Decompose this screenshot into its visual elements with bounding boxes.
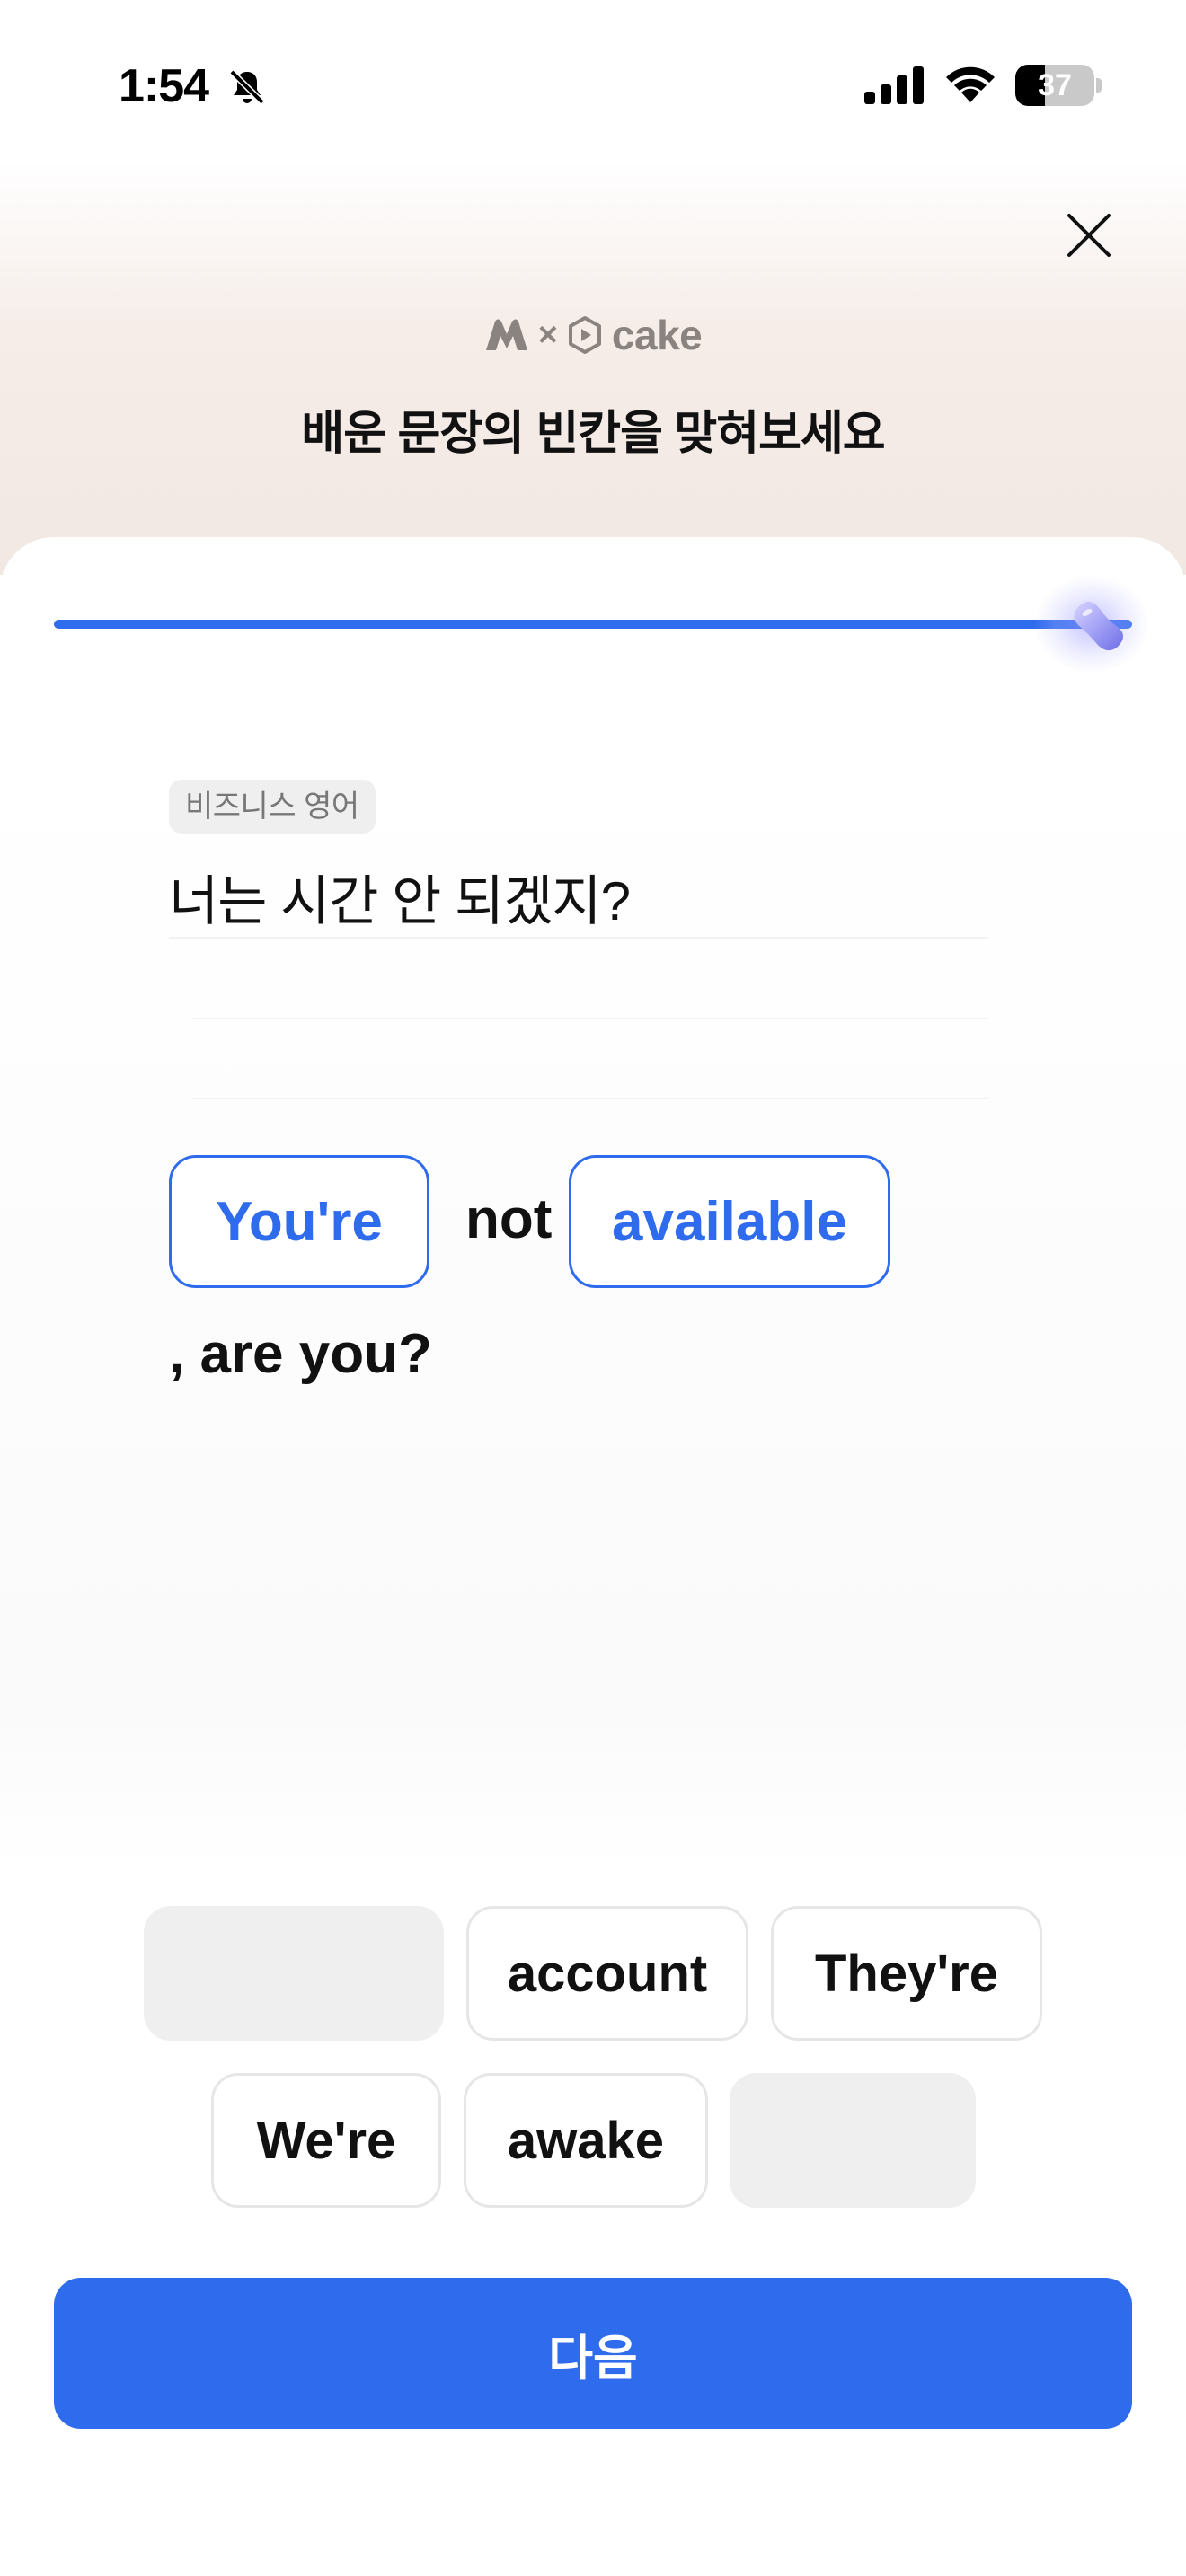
word-option-used xyxy=(730,2073,976,2208)
divider-line xyxy=(193,1098,988,1099)
progress-fill xyxy=(54,620,1132,629)
battery-indicator: 37 xyxy=(1015,65,1102,106)
category-tag: 비즈니스 영어 xyxy=(169,780,376,834)
status-bar: 1:54 37 xyxy=(0,0,1186,171)
answer-word: not xyxy=(465,1188,553,1250)
progress-bean-icon xyxy=(1074,601,1123,651)
content-card xyxy=(0,537,1186,2576)
battery-body: 37 xyxy=(1015,65,1094,106)
brand-logo-row: × cake xyxy=(0,310,1186,360)
progress-bar xyxy=(54,620,1132,629)
close-button[interactable] xyxy=(1060,207,1118,264)
word-option-theyre[interactable]: They're xyxy=(771,1906,1042,2041)
brand-name: cake xyxy=(611,312,703,358)
next-button[interactable]: 다음 xyxy=(54,2278,1132,2429)
battery-percent: 37 xyxy=(1038,68,1072,102)
answer-slot-2[interactable]: available xyxy=(569,1155,890,1288)
divider-line xyxy=(169,937,988,939)
status-time: 1:54 xyxy=(119,60,209,112)
brand-m-logo-icon xyxy=(485,319,527,350)
word-option-awake[interactable]: awake xyxy=(464,2073,708,2208)
divider-line xyxy=(193,1018,988,1019)
brand-connector: × xyxy=(537,315,558,354)
answer-ending: , are you? xyxy=(169,1323,432,1385)
korean-sentence: 너는 시간 안 되겠지? xyxy=(169,871,631,931)
battery-cap xyxy=(1096,78,1102,93)
page-title: 배운 문장의 빈칸을 맞혀보세요 xyxy=(301,408,885,460)
word-option-used xyxy=(144,1906,444,2041)
word-option-were[interactable]: We're xyxy=(211,2073,441,2208)
cake-logo-icon xyxy=(568,316,601,354)
close-icon xyxy=(1067,214,1111,257)
wifi-icon xyxy=(946,66,995,102)
cellular-signal-icon xyxy=(864,66,924,104)
word-option-account[interactable]: account xyxy=(466,1906,748,2041)
bell-muted-icon xyxy=(229,69,265,105)
answer-slot-1[interactable]: You're xyxy=(169,1155,429,1288)
